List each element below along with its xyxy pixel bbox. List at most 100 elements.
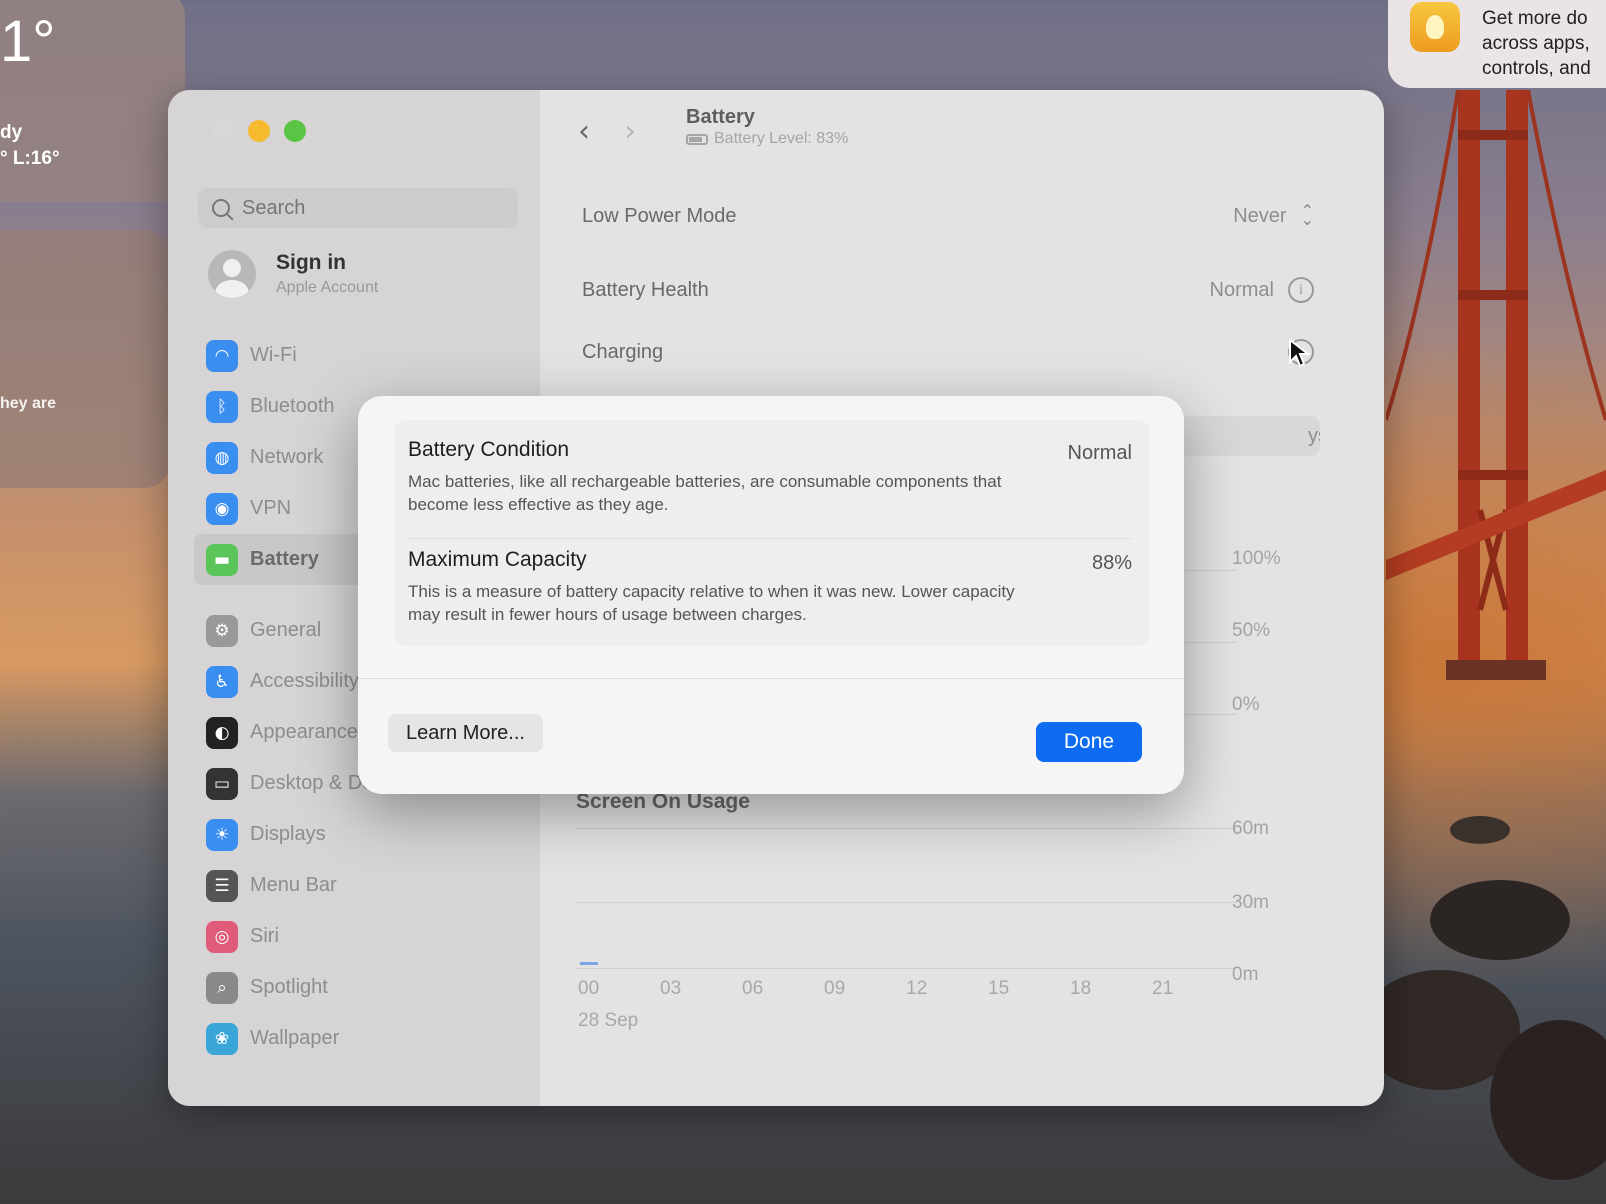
history-arrows: ‹ › bbox=[578, 114, 636, 149]
usage-hour-tick: 00 bbox=[578, 978, 600, 999]
sidebar-item-label: Siri bbox=[250, 925, 279, 947]
usage-axis-0m: 0m bbox=[1232, 964, 1259, 985]
level-axis-0: 0% bbox=[1232, 694, 1260, 715]
level-axis-50: 50% bbox=[1232, 620, 1271, 641]
minimize-window-button[interactable] bbox=[248, 120, 270, 142]
network-icon: ◍ bbox=[206, 441, 238, 474]
general-icon: ⚙ bbox=[206, 614, 238, 647]
time-range-segment: ys bbox=[1308, 424, 1320, 447]
sidebar-item-label: Network bbox=[250, 446, 324, 468]
battery-condition-title: Battery Condition bbox=[408, 438, 570, 461]
usage-hour-tick: 03 bbox=[660, 978, 682, 999]
battery-icon bbox=[686, 133, 708, 145]
sidebar-item-label: Displays bbox=[250, 823, 326, 845]
usage-axis-60m: 60m bbox=[1232, 818, 1269, 839]
low-power-mode-label: Low Power Mode bbox=[582, 204, 737, 227]
sidebar-item-label: Wallpaper bbox=[250, 1027, 340, 1049]
battery-icon: ▬ bbox=[206, 543, 238, 576]
grid-line bbox=[576, 902, 1236, 903]
sidebar-item-wi-fi[interactable]: ◠ Wi-Fi bbox=[194, 330, 524, 381]
close-window-button[interactable] bbox=[212, 120, 234, 142]
usage-bar bbox=[580, 962, 598, 965]
sidebar-item-siri[interactable]: ◎ Siri bbox=[194, 911, 524, 962]
usage-axis-30m: 30m bbox=[1232, 892, 1269, 913]
search-icon bbox=[212, 199, 230, 217]
weather-condition: dy bbox=[0, 122, 23, 143]
lightbulb-icon bbox=[1410, 2, 1460, 52]
widget-text: hey are bbox=[0, 395, 57, 412]
account-name: Sign in bbox=[276, 251, 346, 274]
footer-divider bbox=[358, 678, 1184, 679]
rocks-wallpaper-detail bbox=[1380, 816, 1606, 1180]
usage-hour-tick: 21 bbox=[1152, 978, 1174, 999]
tip-text: Get more do across apps, controls, and bbox=[1482, 8, 1591, 79]
sidebar-item-label: VPN bbox=[250, 497, 292, 519]
learn-more-button[interactable]: Learn More... bbox=[388, 714, 543, 752]
battery-health-info-icon[interactable]: i bbox=[1288, 277, 1314, 303]
sidebar-item-spotlight[interactable]: ⌕ Spotlight bbox=[194, 962, 524, 1013]
battery-condition-value: Normal bbox=[1067, 442, 1132, 464]
sidebar-item-label: Bluetooth bbox=[250, 395, 335, 417]
sidebar-item-label: Accessibility bbox=[250, 670, 359, 692]
low-power-mode-row: Low Power Mode Never ⌃ ⌄ bbox=[564, 184, 1332, 248]
charging-label: Charging bbox=[582, 340, 664, 363]
battery-health-label: Battery Health bbox=[582, 278, 709, 301]
apple-account-item[interactable]: Sign in Apple Account bbox=[208, 250, 378, 298]
wi-fi-icon: ◠ bbox=[206, 339, 238, 372]
battery-level-text: Battery Level: 83% bbox=[714, 130, 849, 147]
usage-hour-tick: 09 bbox=[824, 978, 846, 999]
charging-row: Charging i bbox=[564, 320, 1332, 384]
appearance-icon: ◐ bbox=[206, 716, 238, 749]
avatar-icon bbox=[208, 250, 256, 298]
battery-info-box: Battery Condition Normal Mac batteries, … bbox=[394, 420, 1150, 646]
bridge-wallpaper-detail bbox=[1386, 90, 1606, 680]
usage-hour-tick: 12 bbox=[906, 978, 928, 999]
weather-widget[interactable]: 1° dy ° L:16° bbox=[0, 0, 185, 202]
mouse-pointer-icon bbox=[1289, 338, 1310, 368]
bluetooth-icon: ᛒ bbox=[206, 390, 238, 423]
battery-health-row: Battery Health Normal i bbox=[564, 258, 1332, 322]
sidebar-item-wallpaper[interactable]: ❀ Wallpaper bbox=[194, 1013, 524, 1064]
maximum-capacity-section: Maximum Capacity 88% This is a measure o… bbox=[408, 548, 1132, 626]
menu-bar-icon: ☰ bbox=[206, 869, 238, 902]
usage-date-label: 28 Sep bbox=[578, 1010, 639, 1031]
tips-notification[interactable]: Get more do across apps, controls, and bbox=[1388, 0, 1606, 88]
window-title: Battery bbox=[686, 106, 755, 128]
low-power-mode-value: Never bbox=[1233, 204, 1287, 227]
desktop-widget[interactable]: hey are bbox=[0, 230, 170, 488]
sidebar-item-label: Appearance bbox=[250, 721, 358, 743]
sidebar-item-label: Menu Bar bbox=[250, 874, 337, 896]
sidebar-item-displays[interactable]: ☀ Displays bbox=[194, 809, 524, 860]
battery-condition-description: Mac batteries, like all rechargeable bat… bbox=[408, 472, 1002, 514]
back-arrow-icon[interactable]: ‹ bbox=[578, 114, 590, 149]
siri-icon: ◎ bbox=[206, 920, 238, 953]
vpn-icon: ◉ bbox=[206, 492, 238, 525]
level-axis-100: 100% bbox=[1232, 548, 1281, 569]
divider bbox=[408, 538, 1132, 539]
maximum-capacity-title: Maximum Capacity bbox=[408, 548, 587, 571]
battery-condition-section: Battery Condition Normal Mac batteries, … bbox=[408, 438, 1132, 516]
window-subtitle: Battery Level: 83% bbox=[686, 130, 848, 148]
done-button[interactable]: Done bbox=[1036, 722, 1142, 762]
maximize-window-button[interactable] bbox=[284, 120, 306, 142]
forward-arrow-icon[interactable]: › bbox=[624, 114, 636, 149]
sidebar-item-menu-bar[interactable]: ☰ Menu Bar bbox=[194, 860, 524, 911]
spotlight-icon: ⌕ bbox=[206, 971, 238, 1004]
battery-health-value: Normal bbox=[1209, 278, 1274, 301]
maximum-capacity-description: This is a measure of battery capacity re… bbox=[408, 582, 1015, 624]
grid-line bbox=[576, 828, 1236, 829]
sidebar-search[interactable] bbox=[198, 188, 518, 228]
battery-health-sheet: Battery Condition Normal Mac batteries, … bbox=[358, 396, 1184, 794]
low-power-mode-popup[interactable]: Never ⌃ ⌄ bbox=[1233, 203, 1314, 229]
sidebar-item-label: Battery bbox=[250, 548, 319, 570]
wallpaper-icon: ❀ bbox=[206, 1022, 238, 1055]
popup-stepper-icon: ⌃ ⌄ bbox=[1300, 203, 1314, 229]
grid-line bbox=[576, 968, 1236, 969]
search-input[interactable] bbox=[242, 196, 482, 220]
sidebar-item-label: Spotlight bbox=[250, 976, 328, 998]
sidebar-item-label: General bbox=[250, 619, 322, 641]
accessibility-icon: ♿ bbox=[206, 665, 238, 698]
sidebar-item-label: Wi-Fi bbox=[250, 344, 297, 366]
usage-hour-tick: 15 bbox=[988, 978, 1010, 999]
usage-hour-tick: 18 bbox=[1070, 978, 1092, 999]
